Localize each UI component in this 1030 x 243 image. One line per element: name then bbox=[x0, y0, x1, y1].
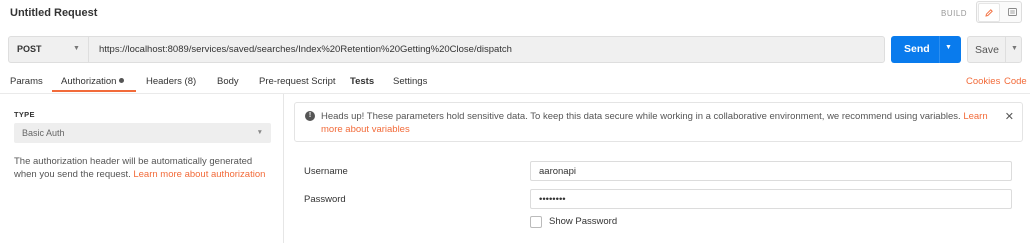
chevron-down-icon: ▼ bbox=[256, 129, 263, 136]
username-field[interactable]: aaronapi bbox=[530, 161, 1012, 181]
password-label: Password bbox=[304, 194, 346, 205]
comment-icon[interactable] bbox=[1001, 3, 1023, 22]
type-heading: TYPE bbox=[14, 110, 35, 119]
sensitive-data-alert: ! Heads up! These parameters hold sensit… bbox=[294, 102, 1023, 142]
tab-settings[interactable]: Settings bbox=[393, 76, 427, 87]
method-select[interactable]: POST ▼ bbox=[9, 37, 89, 62]
close-icon[interactable]: ✕ bbox=[1005, 110, 1014, 123]
tab-body[interactable]: Body bbox=[217, 76, 239, 87]
url-input[interactable]: https://localhost:8089/services/saved/se… bbox=[99, 44, 512, 55]
alert-message: Heads up! These parameters hold sensitiv… bbox=[321, 110, 1011, 136]
send-label: Send bbox=[904, 43, 930, 55]
build-label: BUILD bbox=[941, 9, 968, 18]
show-password-checkbox[interactable] bbox=[530, 216, 542, 228]
save-label: Save bbox=[975, 44, 999, 56]
pencil-icon[interactable] bbox=[978, 3, 1000, 22]
cookies-link[interactable]: Cookies bbox=[966, 76, 1000, 87]
save-divider bbox=[1005, 37, 1006, 62]
send-divider bbox=[939, 36, 940, 63]
password-value: •••••••• bbox=[539, 194, 566, 205]
auth-description: The authorization header will be automat… bbox=[14, 155, 274, 181]
auth-type-value: Basic Auth bbox=[22, 128, 65, 138]
tab-pre-request-script[interactable]: Pre-request Script bbox=[259, 76, 336, 87]
chevron-down-icon: ▼ bbox=[73, 45, 80, 52]
tab-tests[interactable]: Tests bbox=[350, 76, 374, 87]
code-link[interactable]: Code bbox=[1004, 76, 1027, 87]
send-chevron-down-icon[interactable]: ▼ bbox=[945, 44, 952, 51]
save-button[interactable]: Save ▼ bbox=[967, 36, 1022, 63]
warning-icon: ! bbox=[305, 111, 315, 121]
tab-params[interactable]: Params bbox=[10, 76, 43, 87]
send-button[interactable]: Send ▼ bbox=[891, 36, 961, 63]
url-bar: POST ▼ https://localhost:8089/services/s… bbox=[8, 36, 885, 63]
save-chevron-down-icon[interactable]: ▼ bbox=[1011, 45, 1018, 52]
username-label: Username bbox=[304, 166, 348, 177]
active-tab-indicator bbox=[52, 90, 136, 92]
request-title: Untitled Request bbox=[10, 7, 98, 19]
tab-authorization-label: Authorization bbox=[61, 76, 117, 87]
username-value: aaronapi bbox=[539, 166, 576, 177]
learn-more-authorization-link[interactable]: Learn more about authorization bbox=[133, 169, 265, 180]
request-tabs: Params Authorization Headers (8) Body Pr… bbox=[0, 72, 1030, 92]
alert-text: Heads up! These parameters hold sensitiv… bbox=[321, 111, 961, 122]
auth-type-panel: TYPE Basic Auth ▼ The authorization head… bbox=[0, 94, 284, 243]
method-label: POST bbox=[17, 44, 42, 54]
tab-headers[interactable]: Headers (8) bbox=[146, 76, 196, 87]
password-field[interactable]: •••••••• bbox=[530, 189, 1012, 209]
active-dot-icon bbox=[119, 77, 125, 83]
auth-type-select[interactable]: Basic Auth ▼ bbox=[14, 123, 271, 143]
show-password-label[interactable]: Show Password bbox=[549, 216, 617, 227]
mode-toggle bbox=[976, 1, 1022, 23]
tab-authorization[interactable]: Authorization bbox=[61, 76, 125, 87]
